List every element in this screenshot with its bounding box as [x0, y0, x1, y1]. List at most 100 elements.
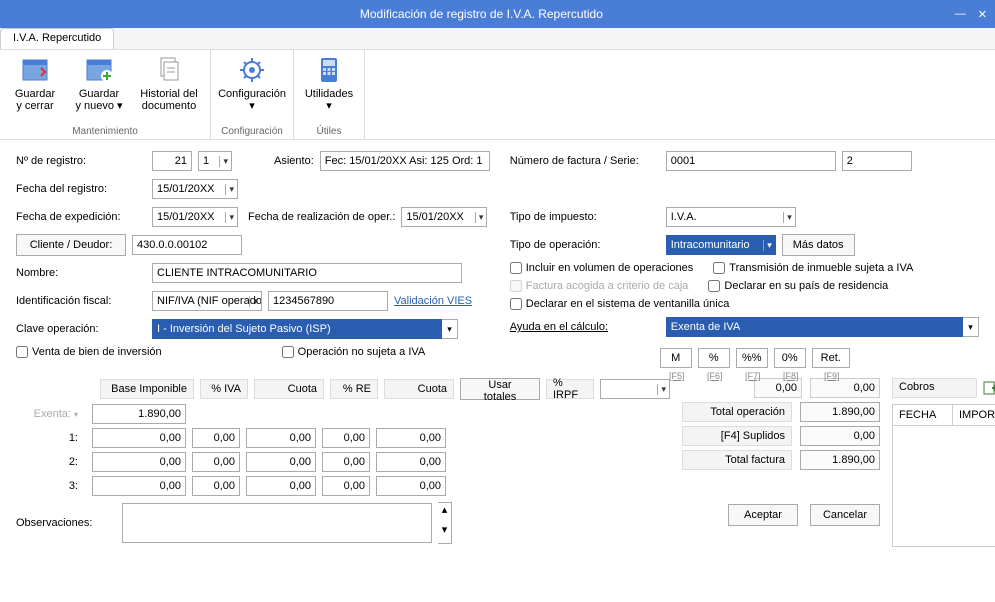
- numfactura-field[interactable]: [666, 151, 836, 171]
- col-base: Base Imponible: [100, 379, 194, 399]
- irpf-amt-field: [810, 378, 880, 398]
- fechaoper-select[interactable]: 15/01/20XX: [401, 207, 487, 227]
- row-label: 2:: [16, 456, 86, 468]
- incluir-volumen-checkbox[interactable]: Incluir en volumen de operaciones: [510, 262, 694, 274]
- base-field[interactable]: [92, 452, 186, 472]
- base-field[interactable]: [92, 476, 186, 496]
- nombre-field[interactable]: [152, 263, 462, 283]
- cuotare-field[interactable]: [376, 428, 446, 448]
- calc-m-button[interactable]: M[F5]: [660, 348, 692, 368]
- claveop-select[interactable]: I - Inversión del Sujeto Pasivo (ISP): [152, 319, 442, 339]
- scroll-up-icon[interactable]: ▴: [438, 503, 451, 523]
- iva-field[interactable]: [192, 476, 240, 496]
- masdatos-button[interactable]: Más datos: [782, 234, 855, 256]
- base-field[interactable]: [92, 404, 186, 424]
- ventabien-checkbox[interactable]: Venta de bien de inversión: [16, 346, 162, 358]
- nregistro-serie-select[interactable]: 1: [198, 151, 232, 171]
- suplidos-field[interactable]: [800, 426, 880, 446]
- cliente-button[interactable]: Cliente / Deudor:: [16, 234, 126, 256]
- ayudacalc-select[interactable]: Exenta de IVA: [666, 317, 963, 337]
- base-field[interactable]: [92, 428, 186, 448]
- col-fecha: FECHA: [893, 405, 953, 425]
- tipoimpuesto-select[interactable]: I.V.A.: [666, 207, 796, 227]
- claveop-label: Clave operación:: [16, 323, 146, 335]
- cuota-field[interactable]: [246, 476, 316, 496]
- observaciones-field[interactable]: [122, 503, 432, 543]
- criteriocaja-checkbox: Factura acogida a criterio de caja: [510, 280, 689, 292]
- usar-totales-button[interactable]: Usar totales: [460, 378, 540, 400]
- re-field[interactable]: [322, 452, 370, 472]
- col-iva: % IVA: [200, 379, 248, 399]
- fecharegistro-select[interactable]: 15/01/20XX: [152, 179, 238, 199]
- tipooperacion-label: Tipo de operación:: [510, 239, 660, 251]
- irpf-pct-field: [754, 378, 802, 398]
- obs-label: Observaciones:: [16, 517, 116, 529]
- col-re: % RE: [330, 379, 378, 399]
- config-button[interactable]: Configuración▾: [217, 52, 287, 124]
- idfiscal-label: Identificación fiscal:: [16, 295, 146, 307]
- calc-pctpct-button[interactable]: %%[F7]: [736, 348, 768, 368]
- titlebar: Modificación de registro de I.V.A. Reper…: [0, 0, 995, 28]
- re-field[interactable]: [322, 428, 370, 448]
- tab-row: I.V.A. Repercutido: [0, 28, 995, 50]
- col-irpf: % IRPF: [546, 379, 594, 399]
- col-cuota: Cuota: [254, 379, 324, 399]
- chevron-down-icon[interactable]: ▾: [442, 319, 458, 339]
- re-field[interactable]: [322, 476, 370, 496]
- scroll-down-icon[interactable]: ▾: [438, 523, 451, 543]
- fechaoper-label: Fecha de realización de oper.:: [248, 211, 395, 223]
- cliente-field[interactable]: [132, 235, 242, 255]
- cuotare-field[interactable]: [376, 452, 446, 472]
- minimize-icon[interactable]: —: [955, 8, 966, 21]
- utilities-button[interactable]: Utilidades▾: [300, 52, 358, 124]
- chevron-down-icon[interactable]: ▾: [963, 317, 979, 337]
- calc-pct-button[interactable]: %[F6]: [698, 348, 730, 368]
- suplidos-label: [F4] Suplidos: [682, 426, 792, 446]
- totaloper-field: [800, 402, 880, 422]
- numfactura-label: Número de factura / Serie:: [510, 155, 660, 167]
- nregistro-field[interactable]: [152, 151, 192, 171]
- irpf-select[interactable]: [600, 379, 670, 399]
- iva-field[interactable]: [192, 428, 240, 448]
- serie-field[interactable]: [842, 151, 912, 171]
- cobros-table: FECHA IMPORTE E: [892, 404, 995, 547]
- calc-0pct-button[interactable]: 0%[F8]: [774, 348, 806, 368]
- close-icon[interactable]: ✕: [978, 8, 987, 21]
- row-label: 3:: [16, 480, 86, 492]
- fecharegistro-label: Fecha del registro:: [16, 183, 146, 195]
- ayudacalc-label: Ayuda en el cálculo:: [510, 321, 660, 333]
- col-importe: IMPORTE: [953, 405, 995, 425]
- history-button[interactable]: Historial deldocumento: [134, 52, 204, 124]
- add-icon[interactable]: [981, 379, 995, 397]
- tab-main[interactable]: I.V.A. Repercutido: [0, 28, 114, 49]
- totaloper-label: Total operación: [682, 402, 792, 422]
- transmision-checkbox[interactable]: Transmisión de inmueble sujeta a IVA: [713, 262, 913, 274]
- vies-link[interactable]: Validación VIES: [394, 295, 472, 307]
- nombre-label: Nombre:: [16, 267, 146, 279]
- aceptar-button[interactable]: Aceptar: [728, 504, 798, 526]
- idfiscal-tipo-select[interactable]: NIF/IVA (NIF operador): [152, 291, 262, 311]
- col-cuotare: Cuota: [384, 379, 454, 399]
- asiento-label: Asiento:: [274, 155, 314, 167]
- calc-ret-button[interactable]: Ret.[F9]: [812, 348, 850, 368]
- cuota-field[interactable]: [246, 452, 316, 472]
- tipooperacion-select[interactable]: Intracomunitario: [666, 235, 776, 255]
- iva-field[interactable]: [192, 452, 240, 472]
- tipoimpuesto-label: Tipo de impuesto:: [510, 211, 660, 223]
- fechaexpedicion-label: Fecha de expedición:: [16, 211, 146, 223]
- cuotare-field[interactable]: [376, 476, 446, 496]
- row-label: Exenta: ▾: [16, 408, 86, 420]
- fechaexpedicion-select[interactable]: 15/01/20XX: [152, 207, 238, 227]
- window-title: Modificación de registro de I.V.A. Reper…: [8, 7, 955, 21]
- cancelar-button[interactable]: Cancelar: [810, 504, 880, 526]
- ventanilla-checkbox[interactable]: Declarar en el sistema de ventanilla úni…: [510, 298, 730, 310]
- save-close-button[interactable]: Guardary cerrar: [6, 52, 64, 124]
- idfiscal-num-field[interactable]: [268, 291, 388, 311]
- declarar-pais-checkbox[interactable]: Declarar en su país de residencia: [708, 280, 888, 292]
- save-new-button[interactable]: Guardary nuevo ▾: [70, 52, 128, 124]
- nregistro-label: Nº de registro:: [16, 155, 146, 167]
- opnosujeta-checkbox[interactable]: Operación no sujeta a IVA: [282, 346, 426, 358]
- row-label: 1:: [16, 432, 86, 444]
- totalfactura-field: [800, 450, 880, 470]
- cuota-field[interactable]: [246, 428, 316, 448]
